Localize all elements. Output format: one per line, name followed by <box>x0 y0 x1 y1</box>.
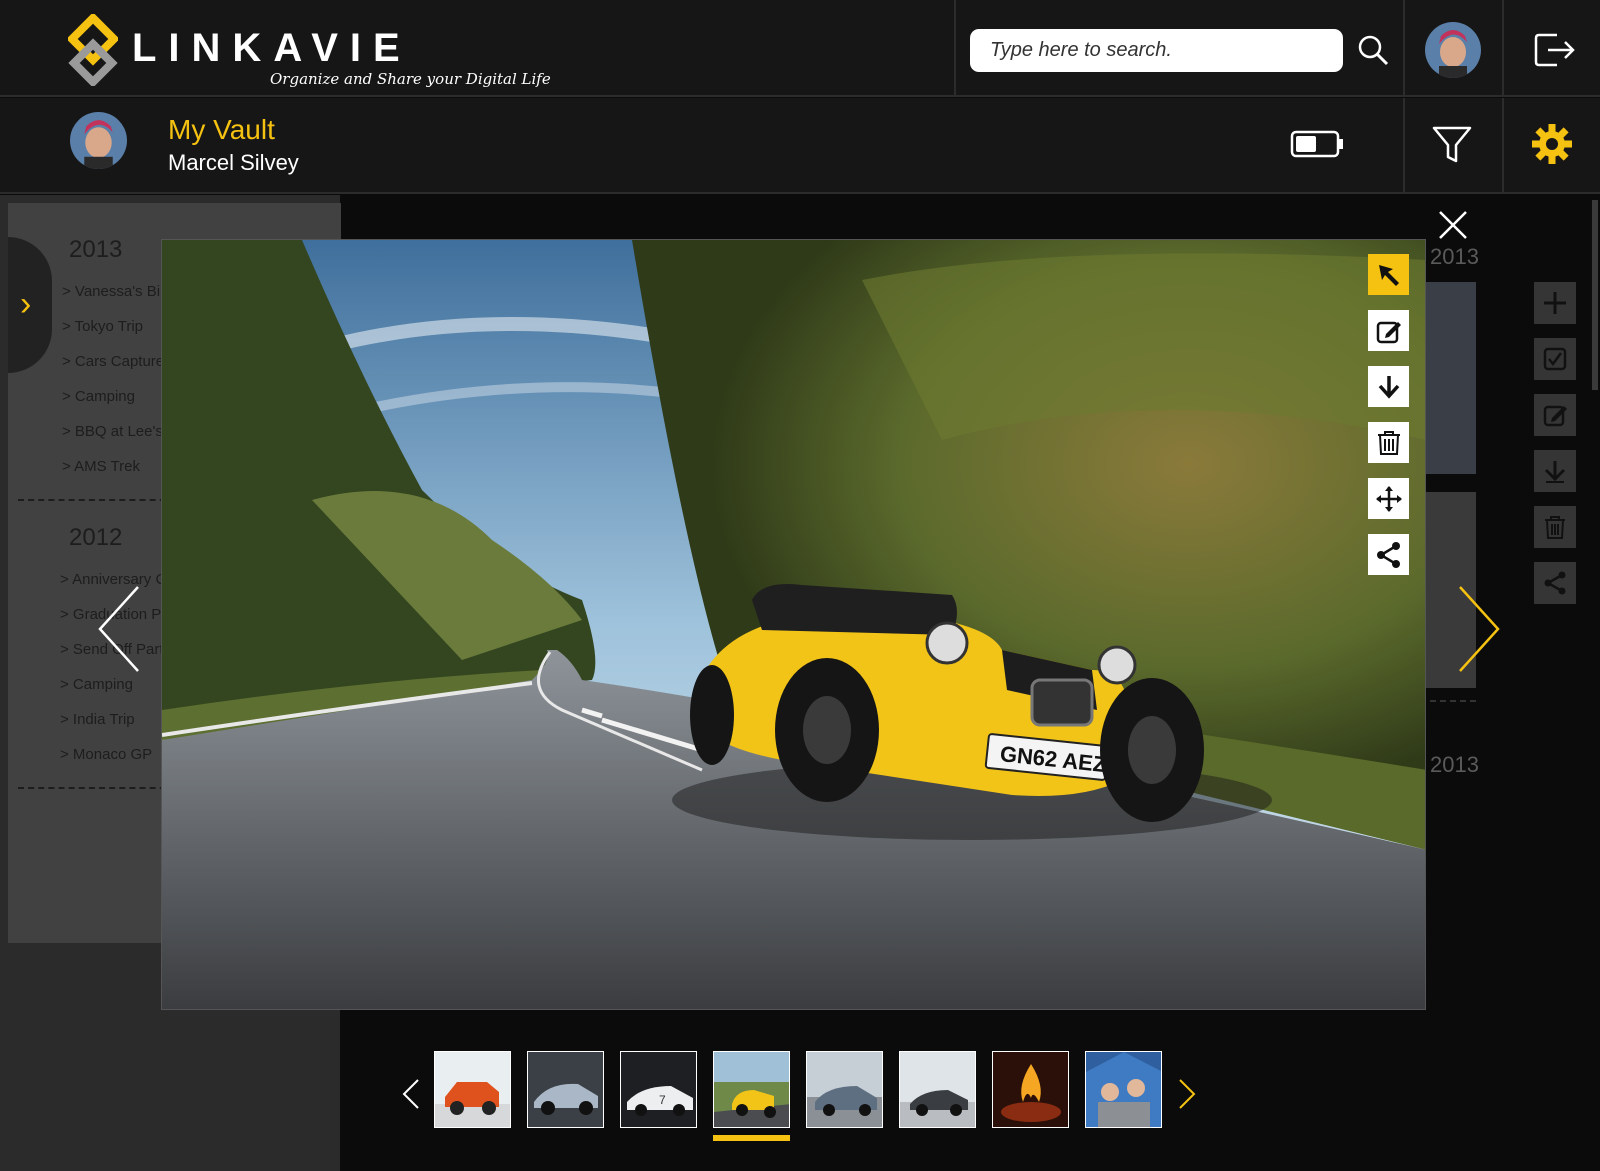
orange-suv-thumbnail <box>435 1052 510 1127</box>
dark-coupe-thumbnail <box>900 1052 975 1127</box>
album-item[interactable]: > Camping <box>62 388 135 405</box>
delete-tool-button[interactable] <box>1368 422 1409 463</box>
thumbnail[interactable] <box>806 1051 883 1128</box>
move-icon <box>1375 485 1402 512</box>
thumbnail[interactable] <box>992 1051 1069 1128</box>
silver-sports-car-thumbnail <box>528 1052 603 1127</box>
add-button[interactable] <box>1534 282 1576 324</box>
album-item[interactable]: > Camping <box>60 676 133 693</box>
edit-tool-button[interactable] <box>1368 310 1409 351</box>
family-camping-thumbnail <box>1086 1052 1161 1127</box>
thumbnail[interactable] <box>899 1051 976 1128</box>
search-input[interactable] <box>970 29 1343 72</box>
thumbnail[interactable] <box>1085 1051 1162 1128</box>
delete-icon <box>1377 430 1400 455</box>
header-divider <box>954 0 956 97</box>
year-heading: 2013 <box>1430 752 1479 777</box>
share-tool-button[interactable] <box>1368 534 1409 575</box>
select-tool-button[interactable] <box>1368 254 1409 295</box>
plus-icon <box>1544 292 1566 314</box>
main-photo: GN62 AEZ <box>162 240 1425 1009</box>
select-icon <box>1378 264 1399 286</box>
svg-text:7: 7 <box>659 1093 666 1107</box>
thumbnail[interactable] <box>527 1051 604 1128</box>
album-item[interactable]: > BBQ at Lee's <box>62 423 163 440</box>
filmstrip-prev-icon[interactable] <box>402 1078 420 1110</box>
header-divider <box>1403 0 1405 97</box>
album-item[interactable]: > Cars Captured <box>62 353 172 370</box>
album-item[interactable]: > Tokyo Trip <box>62 318 143 335</box>
share-button[interactable] <box>1534 562 1576 604</box>
filter-icon[interactable] <box>1432 125 1472 165</box>
sidebar-toggle[interactable]: › <box>8 237 52 373</box>
vault-bar: My Vault Marcel Silvey <box>0 98 1600 194</box>
search-field[interactable] <box>970 29 1343 72</box>
white-race-car-thumbnail: 7 <box>621 1052 696 1127</box>
header-divider <box>1502 98 1504 194</box>
download-tool-button[interactable] <box>1368 366 1409 407</box>
avatar[interactable] <box>1425 22 1481 78</box>
close-icon[interactable] <box>1437 209 1469 241</box>
thumbnail[interactable]: 7 <box>620 1051 697 1128</box>
logo-icon <box>68 14 118 86</box>
download-icon <box>1378 375 1399 399</box>
move-tool-button[interactable] <box>1368 478 1409 519</box>
photo-viewer: GN62 AEZ <box>161 239 1426 1010</box>
thumbnail[interactable] <box>434 1051 511 1128</box>
user-name: Marcel Silvey <box>168 150 299 175</box>
year-heading: 2013 <box>69 236 123 263</box>
edit-button[interactable] <box>1534 394 1576 436</box>
delete-icon <box>1545 516 1565 539</box>
select-button[interactable] <box>1534 338 1576 380</box>
selected-thumbnail-indicator <box>713 1135 790 1141</box>
gear-icon[interactable] <box>1531 123 1573 165</box>
share-icon <box>1376 541 1400 568</box>
year-heading: 2012 <box>69 524 123 551</box>
header-divider <box>1502 0 1504 97</box>
yellow-caterham-thumbnail <box>714 1052 789 1127</box>
year-heading: 2013 <box>1430 244 1479 269</box>
next-photo-arrow-icon[interactable] <box>1456 585 1502 673</box>
search-icon[interactable] <box>1357 34 1389 66</box>
logo-tagline: Organize and Share your Digital Life <box>270 70 551 88</box>
storage-battery-icon <box>1290 130 1343 158</box>
download-button[interactable] <box>1534 450 1576 492</box>
filmstrip-next-icon[interactable] <box>1178 1078 1196 1110</box>
delete-button[interactable] <box>1534 506 1576 548</box>
check-icon <box>1543 347 1567 371</box>
logout-icon[interactable] <box>1533 32 1577 68</box>
page-title: My Vault <box>168 114 275 145</box>
campfire-thumbnail <box>993 1052 1068 1127</box>
app-window: LINKAVIE Organize and Share your Digital… <box>0 0 1600 1171</box>
top-header: LINKAVIE Organize and Share your Digital… <box>0 0 1600 97</box>
album-item[interactable]: > AMS Trek <box>62 458 140 475</box>
edit-icon <box>1543 405 1567 427</box>
chevron-right-icon: › <box>20 285 32 323</box>
edit-icon <box>1376 321 1401 343</box>
silver-supercar-thumbnail <box>807 1052 882 1127</box>
album-item[interactable]: > Monaco GP <box>60 746 152 763</box>
download-icon <box>1544 461 1566 483</box>
share-icon <box>1544 571 1566 595</box>
thumbnail-selected[interactable] <box>713 1051 790 1128</box>
header-divider <box>1403 98 1405 194</box>
previous-photo-arrow-icon[interactable] <box>96 585 142 673</box>
scrollbar[interactable] <box>1592 200 1598 390</box>
avatar <box>70 112 127 169</box>
album-item[interactable]: > India Trip <box>60 711 135 728</box>
logo-wordmark: LINKAVIE <box>132 26 412 70</box>
